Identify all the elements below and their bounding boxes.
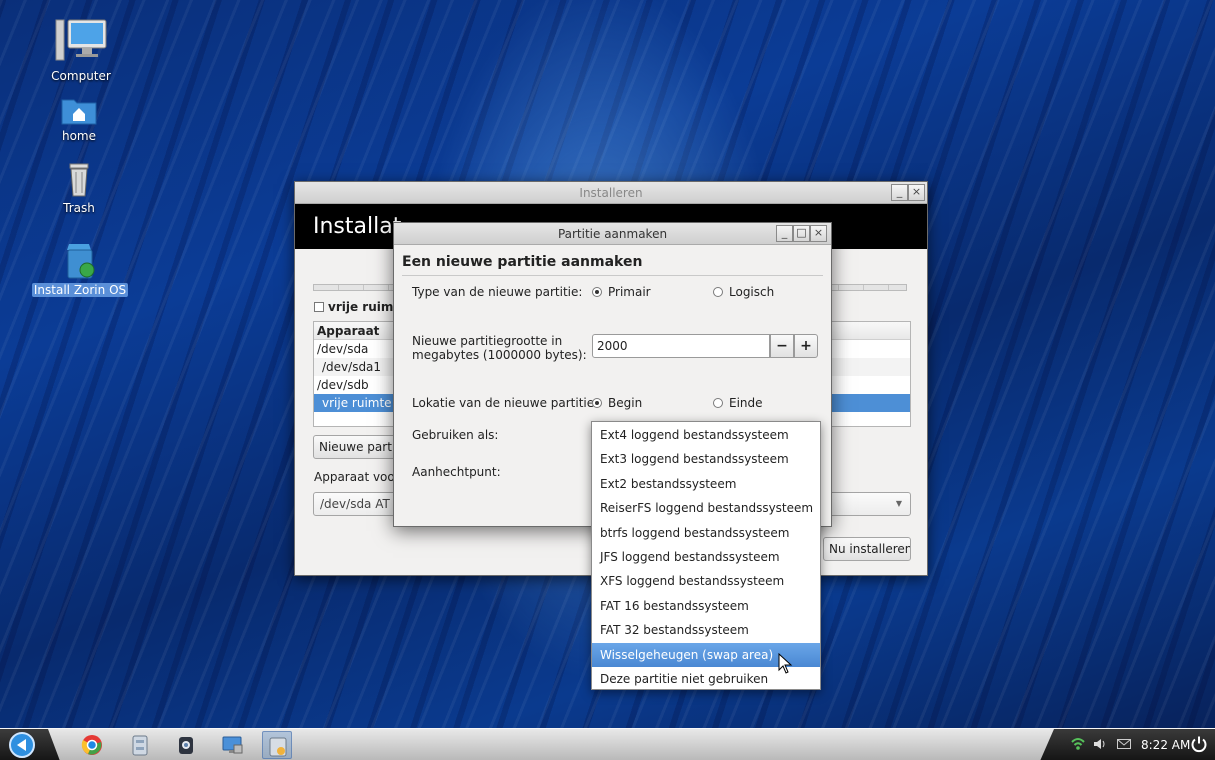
chevron-down-icon: ▼ — [895, 499, 902, 508]
size-label-line: megabytes (1000000 bytes): — [412, 348, 587, 362]
installer-header-title: Installat — [313, 214, 402, 239]
desktop-icon-trash[interactable]: Trash — [34, 162, 124, 215]
partition-location-label: Lokatie van de nieuwe partitie — [412, 396, 595, 410]
partition-size-input[interactable]: 2000 — [592, 334, 770, 358]
increase-button[interactable]: + — [794, 334, 818, 358]
home-folder-icon — [61, 99, 97, 125]
trash-icon — [69, 163, 89, 197]
dialog-heading: Een nieuwe partitie aanmaken — [402, 254, 643, 270]
radio-begin[interactable]: Begin — [592, 396, 642, 410]
menu-item-reiserfs[interactable]: ReiserFS loggend bestandssysteem — [592, 496, 820, 520]
installer-titlebar[interactable]: Installeren _ × — [295, 182, 927, 204]
use-as-label: Gebruiken als: — [412, 428, 499, 442]
menu-item-xfs[interactable]: XFS loggend bestandssysteem — [592, 569, 820, 593]
zorin-logo-icon — [9, 732, 35, 758]
divider — [402, 275, 823, 276]
menu-item-fat16[interactable]: FAT 16 bestandssysteem — [592, 594, 820, 618]
clock[interactable]: 8:22 AM — [1141, 738, 1190, 752]
menu-item-ext2[interactable]: Ext2 bestandssysteem — [592, 472, 820, 496]
computer-icon — [55, 19, 107, 61]
desktop-icon-computer[interactable]: Computer — [36, 18, 126, 83]
bootloader-value: /dev/sda AT — [320, 497, 390, 511]
radio-unselected-icon — [713, 287, 723, 297]
desktop-icon-install-zorin[interactable]: Install Zorin OS — [28, 240, 132, 297]
wifi-icon[interactable] — [1070, 736, 1086, 752]
desktop-icon-label: Install Zorin OS — [31, 283, 129, 297]
taskbar-installer[interactable] — [262, 731, 292, 759]
window-title: Installeren — [579, 186, 643, 200]
desktop-icon-home[interactable]: home — [34, 94, 124, 143]
radio-selected-icon — [592, 287, 602, 297]
power-icon[interactable] — [1190, 735, 1208, 753]
taskbar: 8:22 AM — [0, 728, 1215, 760]
file-cabinet-icon — [132, 735, 148, 756]
desktop-icon-label: Computer — [51, 69, 111, 83]
menu-item-btrfs[interactable]: btrfs loggend bestandssysteem — [592, 521, 820, 545]
installer-icon — [67, 244, 95, 279]
install-now-button[interactable]: Nu installeren — [823, 537, 911, 561]
radio-logical[interactable]: Logisch — [713, 285, 774, 299]
decrease-button[interactable]: − — [770, 334, 794, 358]
menu-item-jfs[interactable]: JFS loggend bestandssysteem — [592, 545, 820, 569]
desktop-icon-label: home — [61, 129, 97, 143]
chrome-icon — [81, 735, 102, 755]
dialog-titlebar[interactable]: Partitie aanmaken _ □ × — [394, 223, 831, 245]
system-tray: 8:22 AM — [1040, 729, 1215, 760]
menu-item-fat32[interactable]: FAT 32 bestandssysteem — [592, 618, 820, 642]
start-menu-button[interactable] — [0, 729, 60, 760]
filesystem-dropdown-list: Ext4 loggend bestandssysteem Ext3 loggen… — [591, 421, 821, 690]
mail-icon[interactable] — [1116, 736, 1132, 752]
monitor-icon — [222, 736, 243, 754]
mount-point-label: Aanhechtpunt: — [412, 465, 501, 479]
radio-unselected-icon — [713, 398, 723, 408]
partition-type-label: Type van de nieuwe partitie: — [412, 285, 583, 299]
taskbar-webcam[interactable] — [174, 733, 198, 757]
radio-primary[interactable]: Primair — [592, 285, 651, 299]
minimize-button[interactable]: _ — [891, 184, 908, 201]
radio-primary-label: Primair — [608, 285, 651, 299]
installer-icon — [269, 737, 287, 757]
radio-begin-label: Begin — [608, 396, 643, 410]
menu-item-ext4[interactable]: Ext4 loggend bestandssysteem — [592, 423, 820, 447]
legend-checkbox — [314, 302, 324, 312]
radio-end-label: Einde — [729, 396, 763, 410]
minimize-button[interactable]: _ — [776, 225, 793, 242]
size-label-line: Nieuwe partitiegrootte in — [412, 334, 563, 348]
radio-logical-label: Logisch — [729, 285, 775, 299]
close-button[interactable]: × — [908, 184, 925, 201]
bootloader-label: Apparaat voor — [314, 470, 400, 484]
volume-icon[interactable] — [1092, 736, 1108, 752]
taskbar-remote-desktop[interactable] — [220, 733, 244, 757]
radio-selected-icon — [592, 398, 602, 408]
dialog-title: Partitie aanmaken — [557, 227, 668, 241]
taskbar-files[interactable] — [128, 733, 152, 757]
close-button[interactable]: × — [810, 225, 827, 242]
new-partition-button[interactable]: Nieuwe partit — [313, 435, 399, 459]
radio-end[interactable]: Einde — [713, 396, 763, 410]
maximize-button[interactable]: □ — [793, 225, 810, 242]
menu-item-ext3[interactable]: Ext3 loggend bestandssysteem — [592, 447, 820, 471]
partition-size-label: Nieuwe partitiegrootte in megabytes (100… — [412, 334, 587, 362]
desktop-icon-label: Trash — [63, 201, 95, 215]
webcam-icon — [179, 737, 193, 754]
taskbar-chrome[interactable] — [80, 733, 104, 757]
mouse-cursor-icon — [778, 653, 793, 674]
